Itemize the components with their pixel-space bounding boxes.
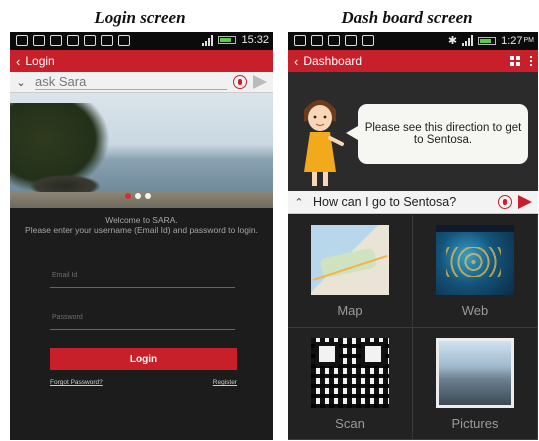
tile-label: Scan <box>335 415 365 431</box>
login-app-bar: ‹ Login <box>10 50 273 72</box>
check-icon <box>33 35 45 46</box>
mail-icon <box>362 35 374 46</box>
notification-icons <box>294 35 374 46</box>
status-time: 15:32 <box>241 34 269 46</box>
email-field[interactable]: Email Id <box>50 272 235 288</box>
question-input[interactable]: How can I go to Sentosa? <box>313 195 492 210</box>
more-options-icon[interactable] <box>530 56 532 66</box>
welcome-instructions: Please enter your username (Email Id) an… <box>25 225 258 235</box>
carousel-dot[interactable] <box>135 193 141 199</box>
image-icon <box>101 35 113 46</box>
tile-scan[interactable]: Scan <box>288 327 413 440</box>
welcome-message: Welcome to SARA. Please enter your usern… <box>10 215 273 235</box>
login-screen-phone: 15:32 ‹ Login ⌄ ask Sara Welcome to SARA… <box>10 32 273 440</box>
tile-label: Pictures <box>451 415 499 431</box>
tile-map[interactable]: Map <box>288 215 413 328</box>
password-field[interactable]: Password <box>50 314 235 330</box>
microphone-icon[interactable] <box>233 75 247 89</box>
carousel-dot[interactable] <box>125 193 131 199</box>
qr-code-thumbnail <box>311 337 389 408</box>
login-title: Login <box>25 54 55 68</box>
check-icon <box>345 35 357 46</box>
wifi-icon <box>84 35 96 46</box>
facebook-icon <box>67 35 79 46</box>
shield-icon <box>50 35 62 46</box>
message-icon <box>294 35 306 46</box>
assistant-avatar <box>304 100 344 186</box>
grid-view-icon[interactable] <box>510 56 520 66</box>
dashboard-app-bar: ‹ Dashboard <box>288 50 538 72</box>
web-thumbnail <box>436 225 514 295</box>
signal-icon <box>202 34 214 46</box>
register-link[interactable]: Register <box>213 379 237 386</box>
pictures-thumbnail <box>436 337 514 408</box>
keyboard-icon <box>328 35 340 46</box>
status-bar: ✱ 1:27 PM <box>288 32 538 50</box>
result-tiles-grid: Map Web Scan Pictures <box>288 215 538 440</box>
question-bar: ⌃ How can I go to Sentosa? <box>288 191 538 214</box>
carousel-indicator <box>125 193 151 199</box>
bluetooth-icon: ✱ <box>447 35 458 47</box>
forgot-password-link[interactable]: Forgot Password? <box>50 379 103 386</box>
battery-icon <box>218 36 237 44</box>
map-thumbnail <box>311 225 389 295</box>
status-time: 1:27 <box>501 34 523 47</box>
hero-image-carousel[interactable] <box>10 93 273 208</box>
dashboard-title: Dashboard <box>303 54 363 68</box>
welcome-title: Welcome to SARA. <box>105 215 178 225</box>
login-button[interactable]: Login <box>50 348 237 370</box>
signal-icon <box>462 35 474 46</box>
battery-icon <box>478 36 497 45</box>
back-chevron-icon[interactable]: ‹ <box>294 54 298 69</box>
chevron-up-icon[interactable]: ⌃ <box>291 196 307 209</box>
back-chevron-icon[interactable]: ‹ <box>16 54 20 69</box>
status-bar: 15:32 <box>10 32 273 50</box>
dashboard-screen-caption: Dash board screen <box>341 8 473 27</box>
login-screen-caption: Login screen <box>94 8 186 27</box>
carousel-dot[interactable] <box>145 193 151 199</box>
mail-icon <box>118 35 130 46</box>
facebook-icon <box>311 35 323 46</box>
send-icon[interactable] <box>518 195 532 209</box>
tile-web[interactable]: Web <box>413 215 538 328</box>
tile-label: Web <box>461 303 489 318</box>
ask-input[interactable]: ask Sara <box>35 74 227 90</box>
status-time-ampm: PM <box>523 37 535 44</box>
tile-pictures[interactable]: Pictures <box>413 327 538 440</box>
chevron-down-icon[interactable]: ⌄ <box>13 76 29 89</box>
ask-bar: ⌄ ask Sara <box>10 72 273 93</box>
dashboard-screen-phone: ✱ 1:27 PM ‹ Dashboard Please see this di… <box>288 32 538 440</box>
speech-bubble: Please see this direction to get to Sent… <box>346 104 528 164</box>
notification-icons <box>16 35 130 46</box>
tile-label: Map <box>337 303 363 318</box>
send-icon[interactable] <box>253 75 267 89</box>
microphone-icon[interactable] <box>498 195 512 209</box>
message-icon <box>16 35 28 46</box>
